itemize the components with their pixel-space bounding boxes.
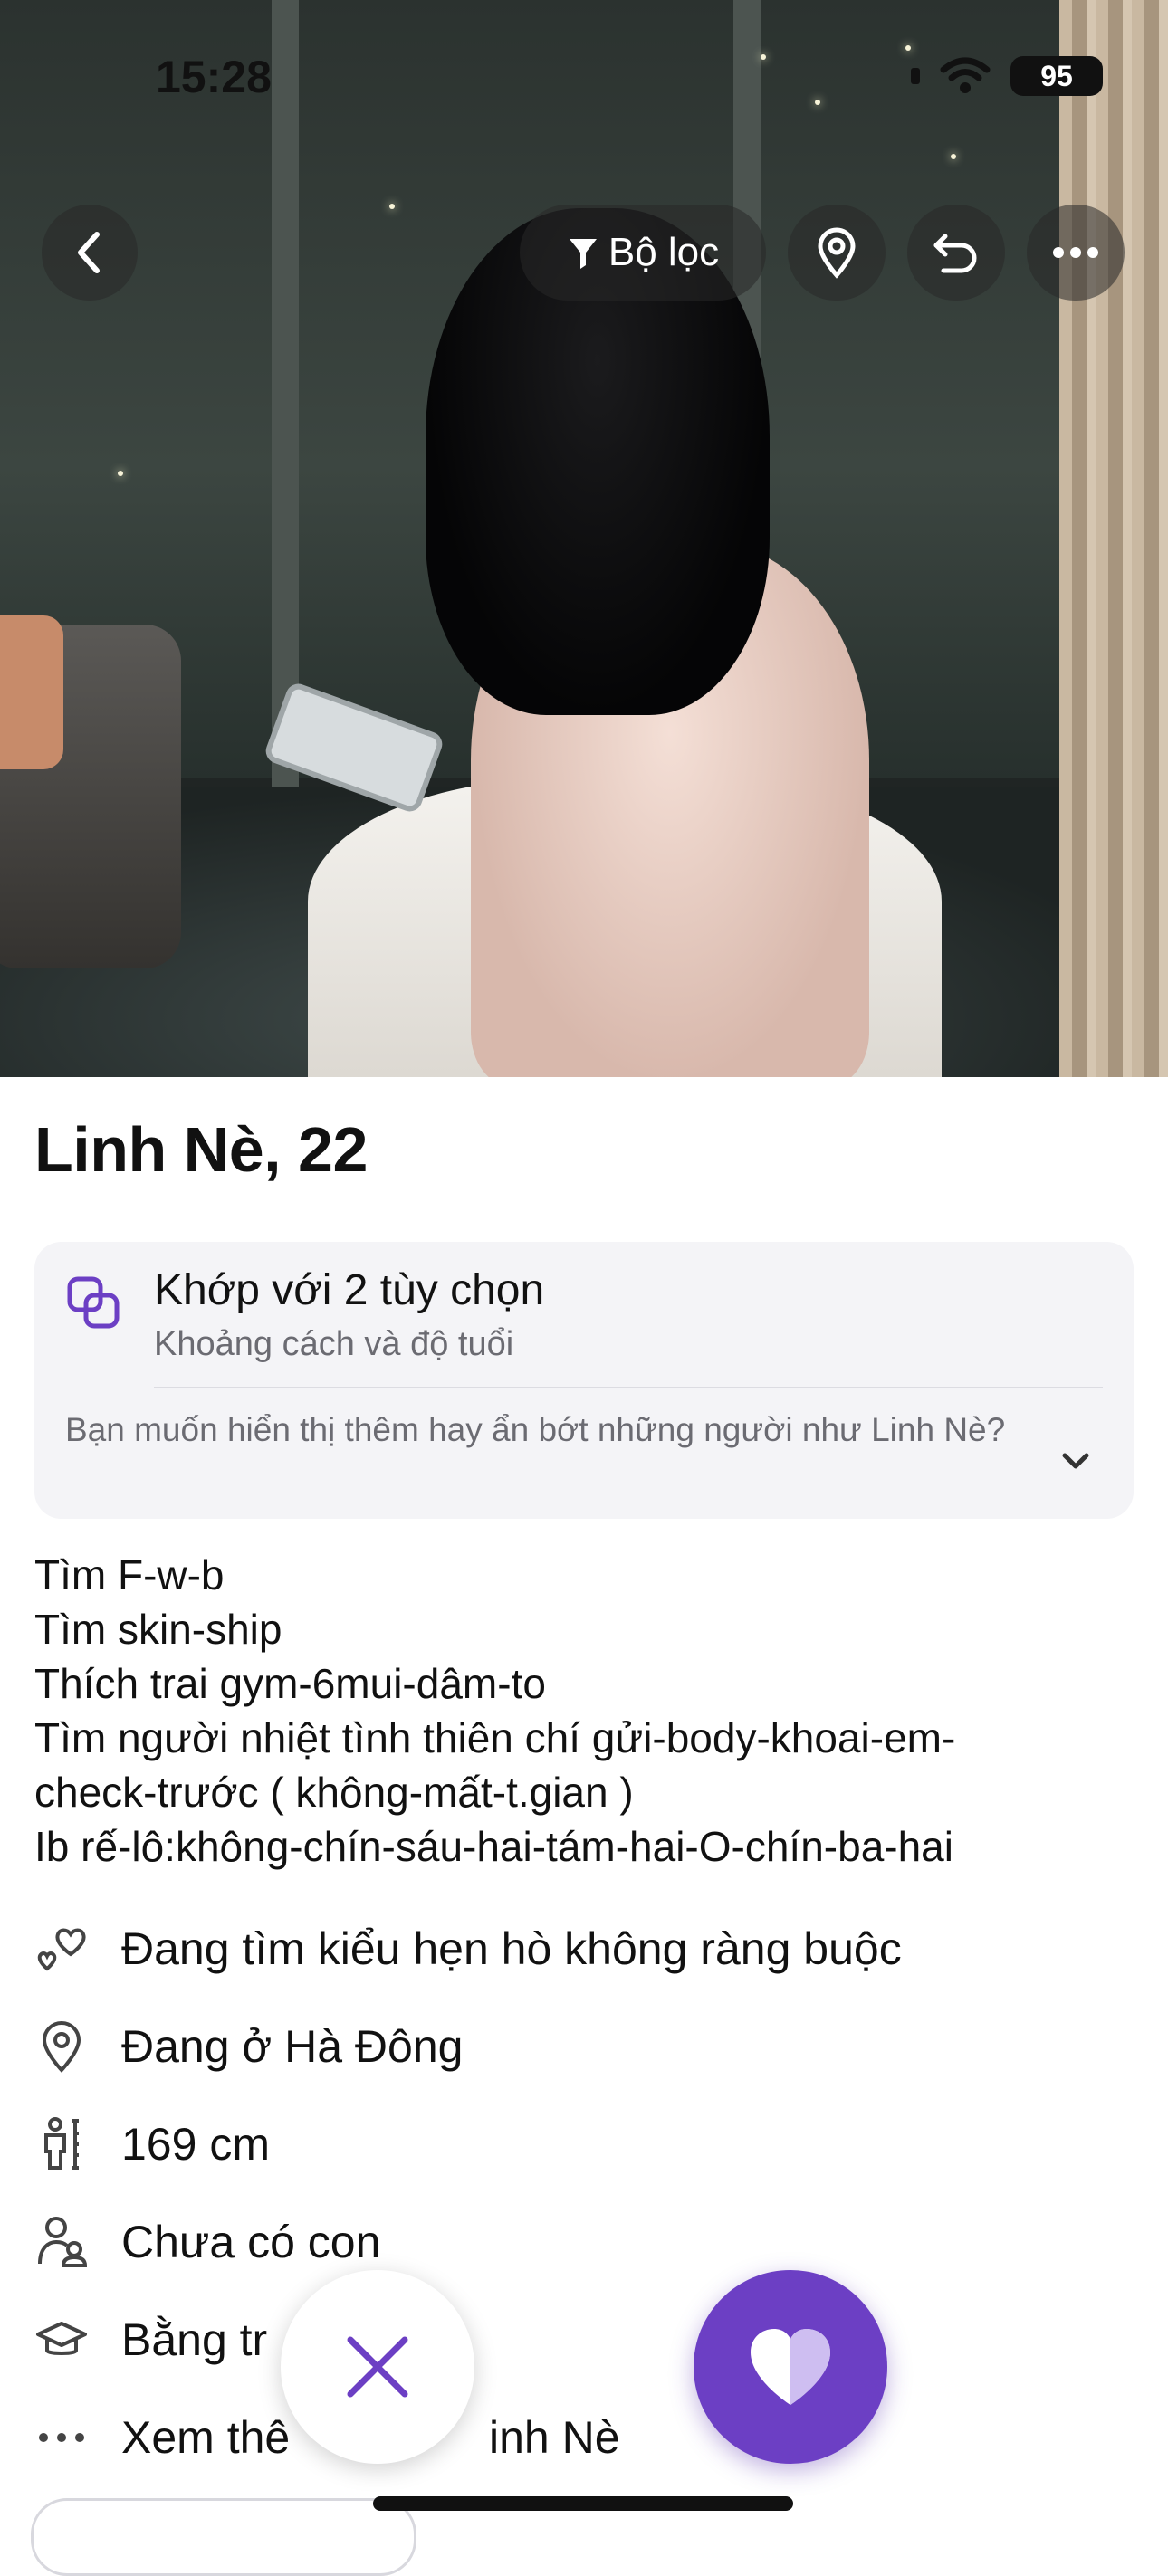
detail-text: Chưa có con [121,2217,381,2267]
undo-button[interactable] [907,205,1005,301]
match-preferences-card[interactable]: Khớp với 2 tùy chọn Khoảng cách và độ tu… [34,1242,1134,1519]
location-button[interactable] [788,205,886,301]
status-time: 15:28 [156,52,272,102]
graduation-cap-icon [34,2313,89,2367]
battery-indicator: 95 [1010,56,1103,96]
location-pin-icon [818,227,856,279]
detail-children: Chưa có con [34,2210,380,2274]
match-title: Khớp với 2 tùy chọn [154,1266,545,1314]
photo-light [389,204,395,209]
profile-name-age: Linh Nè, 22 [34,1114,368,1185]
detail-text: Đang ở Hà Đông [121,2021,464,2072]
see-more-text: Xem thê [121,2412,291,2463]
photo-light [815,100,820,105]
location-pin-icon [34,2019,89,2074]
cellular-signal-icon [911,68,920,84]
bio-line: check-trước ( không-mất-t.gian ) [34,1769,634,1816]
family-icon [34,2215,89,2269]
detail-education: Bằng tr [34,2308,267,2371]
bio-line: Thích trai gym-6mui-dâm-to [34,1660,546,1707]
more-dots-icon [1053,247,1098,258]
filter-funnel-icon [569,239,597,269]
detail-text: Bằng tr [121,2314,268,2365]
match-subtitle: Khoảng cách và độ tuổi [154,1325,514,1363]
detail-location: Đang ở Hà Đông [34,2015,463,2078]
wifi-icon [940,57,991,93]
more-dots-icon [34,2410,89,2465]
photo-light [951,154,956,159]
profile-bio: Tìm F-w-b Tìm skin-ship Thích trai gym-6… [34,1548,1139,1874]
bio-line: Ib rế-lô:không-chín-sáu-hai-tám-hai-O-ch… [34,1823,953,1870]
photo-curtain [1059,0,1168,1077]
photo-pillow [0,615,63,769]
more-options-button[interactable] [1027,205,1125,301]
detail-text: Đang tìm kiểu hẹn hò không ràng buộc [121,1923,902,1974]
overlap-squares-icon [67,1276,120,1329]
hearts-icon [34,1922,89,1976]
filter-label: Bộ lọc [608,230,720,274]
see-more-name: inh Nè [489,2412,620,2463]
detail-height: 169 cm [34,2113,270,2176]
see-more-row[interactable]: Xem thê [34,2406,290,2469]
status-icons: 95 [911,56,1103,96]
profile-photo[interactable] [0,0,1168,1077]
close-icon [347,2336,408,2398]
bio-line: Tìm skin-ship [34,1606,282,1653]
match-question: Bạn muốn hiển thị thêm hay ẩn bớt những … [65,1411,1006,1448]
bio-line: Tìm người nhiệt tình thiên chí gửi-body-… [34,1714,956,1761]
back-button[interactable] [42,205,138,301]
like-button[interactable] [694,2270,887,2464]
home-indicator [373,2496,793,2511]
detail-relationship-goal: Đang tìm kiểu hẹn hò không ràng buộc [34,1917,902,1980]
pass-button[interactable] [281,2270,474,2464]
photo-light [905,45,911,51]
detail-text: 169 cm [121,2119,270,2170]
photo-light [118,471,123,476]
chevron-left-icon [78,232,100,273]
bio-line: Tìm F-w-b [34,1551,225,1598]
bottom-chip[interactable] [31,2498,416,2576]
height-icon [34,2117,89,2171]
filter-button[interactable]: Bộ lọc [520,205,766,301]
undo-icon [933,234,977,273]
photo-light [761,54,766,60]
divider [154,1387,1103,1388]
chevron-down-icon[interactable] [1058,1443,1094,1479]
heart-icon [751,2329,830,2405]
